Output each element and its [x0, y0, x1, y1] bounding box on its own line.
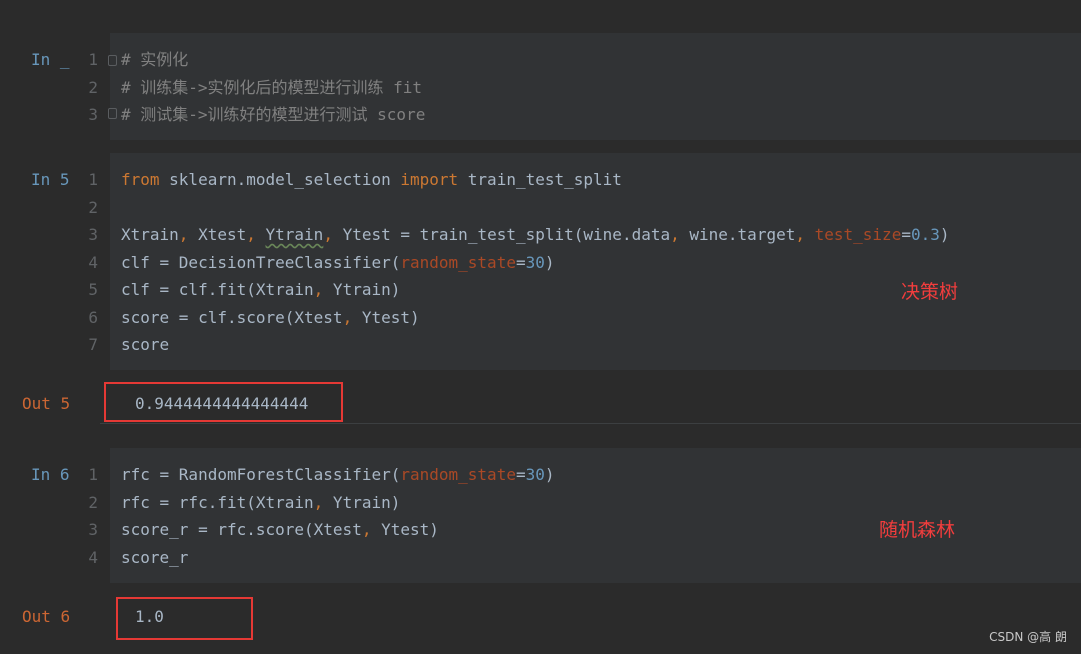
- code-token: rfc = rfc.fit(Xtrain: [121, 493, 314, 512]
- code-line: # 测试集->训练好的模型进行测试 score: [121, 105, 425, 125]
- line-number: 5: [88, 280, 98, 299]
- fold-close-icon[interactable]: [108, 108, 117, 119]
- code-line: # 实例化: [121, 50, 188, 70]
- code-line: Xtrain, Xtest, Ytrain, Ytest = train_tes…: [121, 225, 950, 245]
- code-line: clf = DecisionTreeClassifier(random_stat…: [121, 253, 555, 273]
- code-line: from sklearn.model_selection import trai…: [121, 170, 622, 190]
- code-token: =: [515, 253, 526, 272]
- cell-2-output: 0.9444444444444444: [135, 394, 309, 413]
- line-number: 4: [88, 253, 98, 272]
- line-number: 2: [88, 493, 98, 512]
- cell-3-prompt: In 6: [31, 465, 70, 484]
- code-token: ): [939, 225, 950, 244]
- code-token: ,: [342, 308, 353, 327]
- code-token: ,: [313, 280, 324, 299]
- code-token: score_r: [121, 548, 189, 567]
- line-number: 3: [88, 520, 98, 539]
- line-number: 1: [88, 170, 98, 189]
- code-line: score = clf.score(Xtest, Ytest): [121, 308, 420, 328]
- annotation-decision-tree: 决策树: [901, 281, 959, 303]
- code-token: test_size: [814, 225, 902, 244]
- code-token: random_state: [400, 253, 516, 272]
- cell-3-output: 1.0: [135, 607, 164, 626]
- cell-3-output-prompt: Out 6: [22, 607, 71, 626]
- code-token: from: [121, 170, 160, 189]
- code-token: clf = DecisionTreeClassifier(: [121, 253, 401, 272]
- code-token: # 训练集->实例化后的模型进行训练 fit: [121, 78, 423, 97]
- code-token: Ytrain): [323, 493, 401, 512]
- code-token: # 测试集->训练好的模型进行测试 score: [121, 105, 426, 124]
- cell-separator: [100, 423, 1081, 424]
- code-token: sklearn.model_selection: [159, 170, 401, 189]
- code-line: # 训练集->实例化后的模型进行训练 fit: [121, 78, 422, 98]
- code-token: score_r = rfc.score(Xtest: [121, 520, 362, 539]
- line-number: 1: [88, 465, 98, 484]
- line-number: 7: [88, 335, 98, 354]
- line-number: 3: [88, 225, 98, 244]
- code-token: ,: [246, 225, 256, 244]
- code-token: import: [400, 170, 459, 189]
- code-token: Ytrain): [323, 280, 401, 299]
- cell-1-prompt: In _: [31, 50, 70, 69]
- code-token: 30: [525, 465, 545, 484]
- code-token: =: [901, 225, 911, 244]
- code-token: score = clf.score(Xtest: [121, 308, 343, 327]
- code-token: # 实例化: [121, 50, 189, 69]
- line-number: 2: [88, 78, 98, 97]
- line-number: 3: [88, 105, 98, 124]
- code-token: train_test_split: [458, 170, 622, 189]
- code-line: clf = clf.fit(Xtrain, Ytrain): [121, 280, 400, 300]
- code-token: random_state: [400, 465, 516, 484]
- code-line: score: [121, 335, 169, 355]
- code-token: ,: [795, 225, 805, 244]
- code-token: Xtrain: [121, 225, 179, 244]
- annotation-random-forest: 随机森林: [879, 519, 956, 541]
- code-token: Ytest): [352, 308, 420, 327]
- code-line: rfc = rfc.fit(Xtrain, Ytrain): [121, 493, 400, 513]
- line-number: 4: [88, 548, 98, 567]
- fold-open-icon[interactable]: [108, 55, 117, 66]
- code-line: score_r: [121, 548, 188, 568]
- line-number: 6: [88, 308, 98, 327]
- code-token: ): [544, 253, 555, 272]
- code-token: Ytest = train_test_split(wine.data: [332, 225, 671, 244]
- code-token: Ytrain: [265, 225, 324, 244]
- code-token: rfc = RandomForestClassifier(: [121, 465, 401, 484]
- code-token: wine.target: [679, 225, 796, 244]
- cell-2-prompt: In 5: [31, 170, 70, 189]
- cell-2-output-prompt: Out 5: [22, 394, 71, 413]
- code-token: ,: [313, 493, 324, 512]
- code-token: ,: [670, 225, 680, 244]
- code-token: ): [544, 465, 555, 484]
- line-number: 1: [88, 50, 98, 69]
- code-token: ,: [178, 225, 189, 244]
- watermark: CSDN @高 朗: [989, 630, 1067, 644]
- code-token: 0.3: [910, 225, 940, 244]
- code-token: =: [515, 465, 526, 484]
- code-line: rfc = RandomForestClassifier(random_stat…: [121, 465, 555, 485]
- line-number: 2: [88, 198, 98, 217]
- code-line: score_r = rfc.score(Xtest, Ytest): [121, 520, 439, 540]
- code-token: 30: [525, 253, 545, 272]
- code-token: ,: [323, 225, 333, 244]
- code-token: clf = clf.fit(Xtrain: [121, 280, 314, 299]
- code-token: Ytest): [371, 520, 439, 539]
- code-token: score: [121, 335, 170, 354]
- code-token: Xtest: [188, 225, 247, 244]
